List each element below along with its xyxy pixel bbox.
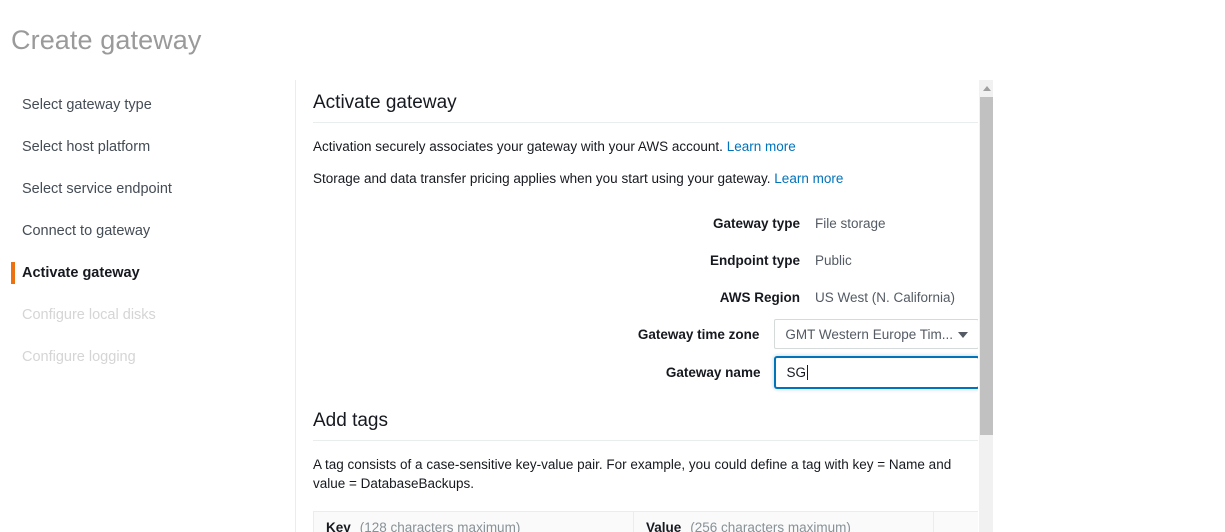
- tags-description: A tag consists of a case-sensitive key-v…: [313, 455, 979, 493]
- form-row-gateway-name: Gateway name SG: [296, 357, 979, 388]
- tags-section-divider: [313, 440, 979, 441]
- activation-learn-more-link[interactable]: Learn more: [727, 139, 796, 154]
- form-row-endpoint-type: Endpoint type Public: [296, 245, 979, 275]
- gateway-time-zone-selected-value: GMT Western Europe Tim...: [785, 327, 953, 342]
- activate-gateway-form: Gateway type File storage Endpoint type …: [296, 208, 979, 388]
- sidebar-item-label: Connect to gateway: [22, 223, 150, 239]
- form-row-gateway-time-zone: Gateway time zone GMT Western Europe Tim…: [296, 319, 979, 349]
- gateway-name-value: SG: [786, 365, 806, 380]
- wizard-nav: Select gateway type Select host platform…: [0, 84, 295, 378]
- gateway-time-zone-select[interactable]: GMT Western Europe Tim...: [774, 319, 979, 349]
- sidebar-item-configure-local-disks: Configure local disks: [0, 294, 295, 336]
- gateway-type-value: File storage: [815, 216, 886, 231]
- chevron-down-icon: [958, 332, 968, 338]
- create-gateway-page: Create gateway Select gateway type Selec…: [0, 0, 1225, 532]
- pricing-blurb: Storage and data transfer pricing applie…: [313, 169, 979, 188]
- section-divider: [313, 122, 979, 123]
- page-title: Create gateway: [11, 25, 202, 56]
- activation-blurb: Activation securely associates your gate…: [313, 137, 979, 156]
- active-step-marker: [11, 262, 15, 284]
- activation-blurb-text: Activation securely associates your gate…: [313, 139, 723, 154]
- sidebar-item-label: Select host platform: [22, 139, 150, 155]
- sidebar-item-connect-to-gateway[interactable]: Connect to gateway: [0, 210, 295, 252]
- sidebar-item-select-host-platform[interactable]: Select host platform: [0, 126, 295, 168]
- text-cursor: [807, 365, 808, 380]
- form-row-gateway-type: Gateway type File storage: [296, 208, 979, 238]
- aws-region-label: AWS Region: [296, 290, 815, 305]
- content-scrollbar[interactable]: [978, 80, 993, 532]
- sidebar-item-select-gateway-type[interactable]: Select gateway type: [0, 84, 295, 126]
- tags-table-header-row: Key (128 characters maximum) Value (256 …: [314, 512, 978, 532]
- gateway-name-input[interactable]: SG: [775, 357, 979, 388]
- content-panel: Activate gateway Activation securely ass…: [295, 80, 993, 532]
- tags-header-actions: [934, 512, 978, 532]
- activate-gateway-heading: Activate gateway: [313, 92, 979, 122]
- gateway-name-label: Gateway name: [296, 365, 775, 380]
- tags-header-key: Key (128 characters maximum): [314, 512, 634, 532]
- sidebar-item-activate-gateway[interactable]: Activate gateway: [0, 252, 295, 294]
- sidebar-item-label: Select gateway type: [22, 97, 152, 113]
- form-row-aws-region: AWS Region US West (N. California): [296, 282, 979, 312]
- gateway-type-label: Gateway type: [296, 216, 815, 231]
- sidebar-item-label: Select service endpoint: [22, 181, 172, 197]
- tags-header-value-hint: (256 characters maximum): [690, 520, 851, 532]
- sidebar-item-select-service-endpoint[interactable]: Select service endpoint: [0, 168, 295, 210]
- sidebar-item-label: Configure local disks: [22, 307, 156, 323]
- add-tags-heading: Add tags: [313, 410, 979, 440]
- aws-region-value: US West (N. California): [815, 290, 955, 305]
- tags-header-key-hint: (128 characters maximum): [360, 520, 521, 532]
- sidebar-item-label: Configure logging: [22, 349, 136, 365]
- pricing-blurb-text: Storage and data transfer pricing applie…: [313, 171, 771, 186]
- sidebar-item-label: Activate gateway: [22, 265, 140, 281]
- endpoint-type-label: Endpoint type: [296, 253, 815, 268]
- tags-header-value: Value (256 characters maximum): [634, 512, 934, 532]
- tags-header-key-label: Key: [326, 520, 351, 532]
- content-scroll-area: Activate gateway Activation securely ass…: [296, 80, 979, 532]
- sidebar-item-configure-logging: Configure logging: [0, 336, 295, 378]
- scrollbar-thumb[interactable]: [980, 97, 993, 435]
- endpoint-type-value: Public: [815, 253, 852, 268]
- tags-table: Key (128 characters maximum) Value (256 …: [313, 511, 979, 532]
- tags-header-value-label: Value: [646, 520, 681, 532]
- gateway-time-zone-label: Gateway time zone: [296, 327, 774, 342]
- pricing-learn-more-link[interactable]: Learn more: [774, 171, 843, 186]
- scroll-up-arrow-icon[interactable]: [979, 80, 994, 96]
